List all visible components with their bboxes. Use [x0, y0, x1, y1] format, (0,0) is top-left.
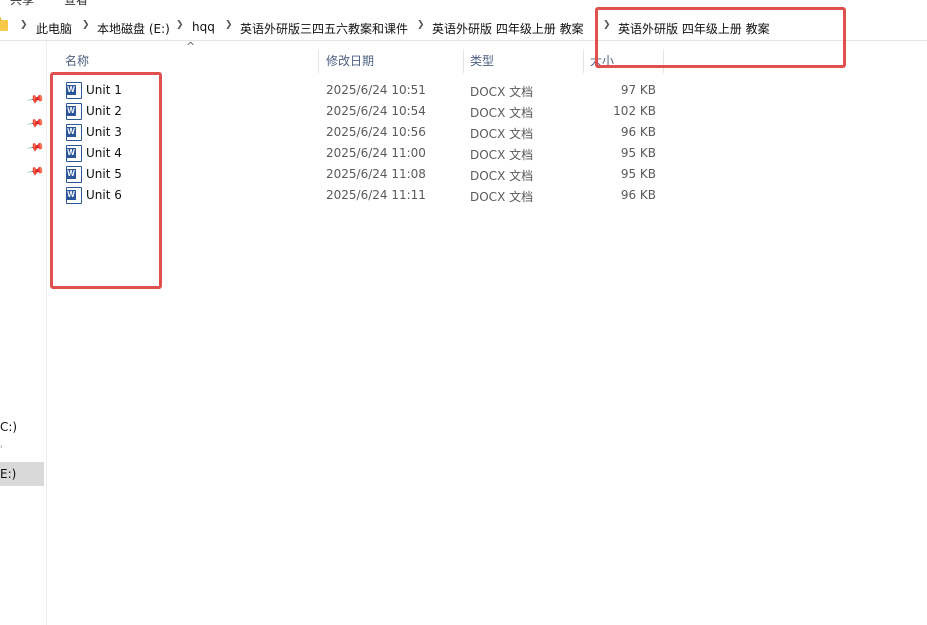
- breadcrumb-this-pc[interactable]: 此电脑: [36, 20, 72, 37]
- annotation-box-breadcrumb: [595, 7, 846, 68]
- ribbon-tab-share[interactable]: 共享: [10, 0, 34, 8]
- annotation-box-files: [50, 72, 162, 289]
- file-size: 95 KB: [620, 167, 656, 181]
- pin-icon: 📌: [26, 162, 46, 181]
- file-size: 97 KB: [620, 83, 656, 97]
- file-modified: 2025/6/24 11:11: [326, 188, 426, 202]
- chevron-right-icon[interactable]: ❯: [20, 20, 28, 30]
- nav-drive-c[interactable]: C:): [0, 420, 17, 434]
- file-size: 102 KB: [613, 104, 656, 118]
- column-divider[interactable]: [318, 49, 319, 73]
- file-type: DOCX 文档: [470, 148, 534, 162]
- file-modified: 2025/6/24 11:00: [326, 146, 426, 160]
- column-header-type[interactable]: 类型: [470, 52, 494, 72]
- file-type: DOCX 文档: [470, 85, 534, 99]
- breadcrumb-hqq[interactable]: hqq: [192, 20, 215, 34]
- sort-ascending-icon: ^: [186, 40, 196, 53]
- chevron-right-icon[interactable]: ❯: [176, 20, 184, 30]
- breadcrumb-grade4-folder[interactable]: 英语外研版 四年级上册 教案: [432, 20, 584, 37]
- pin-icon: 📌: [26, 90, 46, 109]
- nav-drive-e[interactable]: E:): [0, 462, 44, 486]
- breadcrumb-course-folder[interactable]: 英语外研版三四五六教案和课件: [240, 20, 408, 37]
- pin-icon: 📌: [26, 138, 46, 157]
- file-size: 96 KB: [620, 188, 656, 202]
- file-size: 96 KB: [620, 125, 656, 139]
- chevron-right-icon[interactable]: ❯: [225, 20, 233, 30]
- file-modified: 2025/6/24 10:54: [326, 104, 426, 118]
- file-size: 95 KB: [620, 146, 656, 160]
- file-type: DOCX 文档: [470, 127, 534, 141]
- chevron-right-icon[interactable]: ❯: [417, 20, 425, 30]
- chevron-right-icon[interactable]: ❯: [82, 20, 90, 30]
- file-modified: 2025/6/24 11:08: [326, 167, 426, 181]
- file-type: DOCX 文档: [470, 106, 534, 120]
- file-type: DOCX 文档: [470, 169, 534, 183]
- navigation-pane[interactable]: 📌 📌 📌 📌 C:) ' E:): [0, 41, 47, 625]
- column-divider[interactable]: [583, 49, 584, 73]
- nav-separator: ': [0, 445, 3, 455]
- file-modified: 2025/6/24 10:56: [326, 125, 426, 139]
- column-header-name[interactable]: 名称: [65, 52, 89, 72]
- pin-icon: 📌: [26, 114, 46, 133]
- column-divider[interactable]: [463, 49, 464, 73]
- folder-icon: [0, 17, 8, 31]
- breadcrumb-drive-e[interactable]: 本地磁盘 (E:): [97, 20, 170, 37]
- file-modified: 2025/6/24 10:51: [326, 83, 426, 97]
- ribbon-tab-view[interactable]: 查看: [64, 0, 88, 8]
- file-type: DOCX 文档: [470, 190, 534, 204]
- column-header-modified[interactable]: 修改日期: [326, 52, 374, 72]
